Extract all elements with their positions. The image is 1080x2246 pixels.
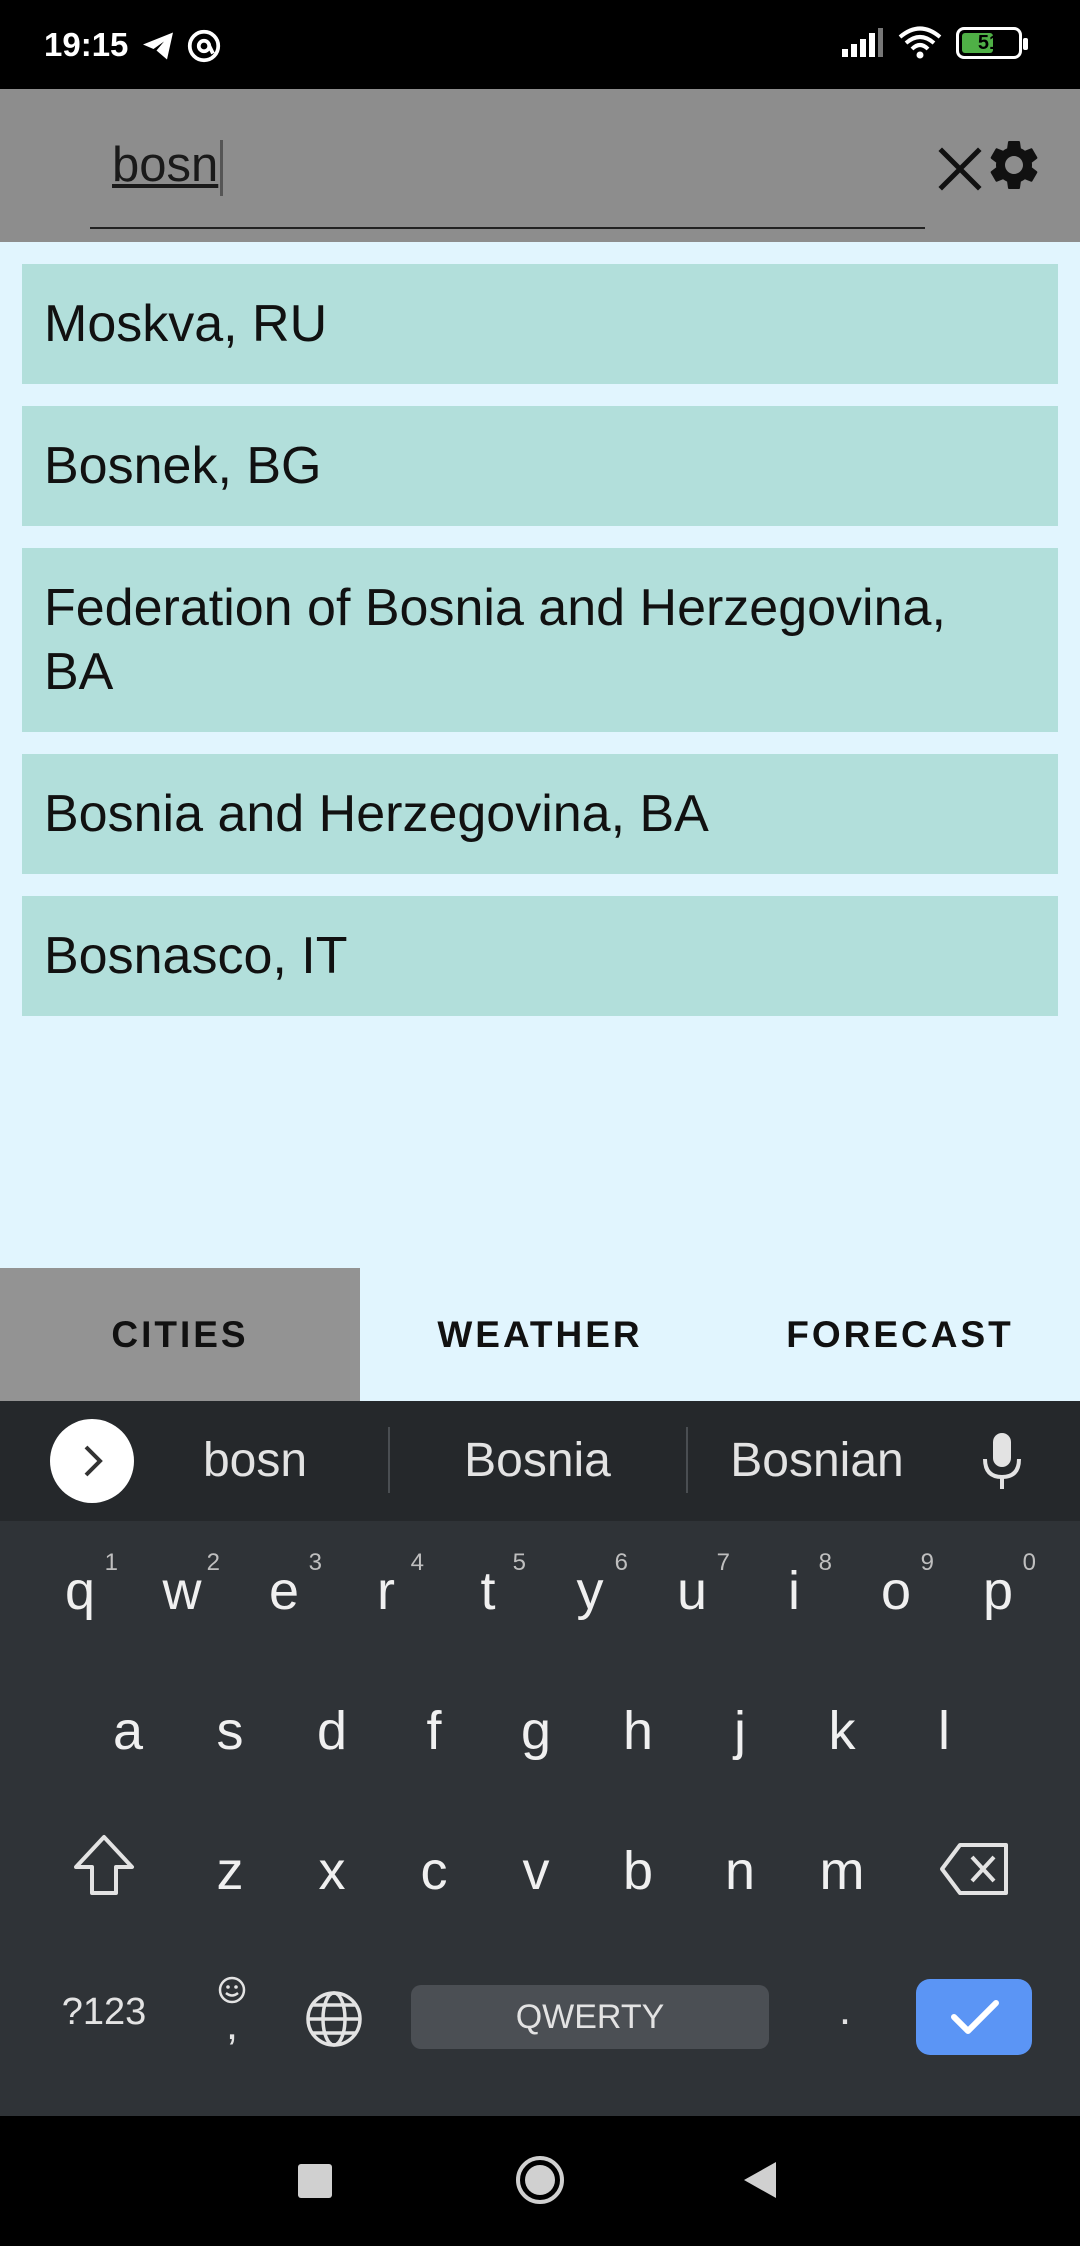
backspace-icon[interactable] (938, 1841, 1010, 1897)
tab-bar: CITIES WEATHER FORECAST (0, 1268, 1080, 1401)
city-item-federation-bosnia[interactable]: Federation of Bosnia and Herzegovina, BA (22, 548, 1058, 732)
suggestion-3[interactable]: Bosnian (712, 1433, 922, 1488)
status-bar: 19:15 51 (0, 0, 1080, 89)
status-system-icons: 51 (840, 26, 1028, 60)
city-item-bosnasco[interactable]: Bosnasco, IT (22, 896, 1058, 1016)
key-o[interactable]: o9 (856, 1541, 936, 1641)
key-y[interactable]: y6 (550, 1541, 630, 1641)
key-b[interactable]: b (598, 1821, 678, 1921)
comma-label: , (225, 2000, 239, 2049)
key-q[interactable]: q1 (40, 1541, 120, 1641)
key-p[interactable]: p0 (958, 1541, 1038, 1641)
key-u[interactable]: u7 (652, 1541, 732, 1641)
shift-icon[interactable] (70, 1833, 138, 1897)
tab-cities[interactable]: CITIES (0, 1268, 360, 1401)
battery-level: 51 (977, 32, 1001, 54)
chevron-right-icon (84, 1445, 103, 1477)
battery-icon: 51 (956, 27, 1028, 59)
key-j[interactable]: j (700, 1681, 780, 1781)
key-h[interactable]: h (598, 1681, 678, 1781)
wifi-icon (898, 26, 942, 59)
home-icon[interactable] (514, 2154, 566, 2206)
check-icon (951, 2000, 999, 2034)
key-c[interactable]: c (394, 1821, 474, 1921)
key-v[interactable]: v (496, 1821, 576, 1921)
comma-emoji-key[interactable]: , (208, 1975, 256, 2065)
search-input-text[interactable]: bosn (112, 137, 224, 197)
key-s[interactable]: s (190, 1681, 270, 1781)
search-value: bosn (112, 138, 219, 192)
city-item-bosnia-herzegovina[interactable]: Bosnia and Herzegovina, BA (22, 754, 1058, 874)
key-f[interactable]: f (394, 1681, 474, 1781)
microphone-icon[interactable] (980, 1431, 1024, 1491)
period-key[interactable]: . (820, 1985, 870, 2035)
symbols-key[interactable]: ?123 (48, 1991, 160, 2034)
status-time: 19:15 (44, 26, 129, 63)
key-l[interactable]: l (904, 1681, 984, 1781)
expand-suggestions-button[interactable] (50, 1419, 134, 1503)
key-d[interactable]: d (292, 1681, 372, 1781)
tab-weather[interactable]: WEATHER (360, 1268, 720, 1401)
globe-icon[interactable] (304, 1989, 364, 2049)
key-w[interactable]: w2 (142, 1541, 222, 1641)
city-item-bosnek[interactable]: Bosnek, BG (22, 406, 1058, 526)
recents-icon[interactable] (298, 2164, 332, 2198)
key-i[interactable]: i8 (754, 1541, 834, 1641)
suggestion-2[interactable]: Bosnia (420, 1433, 655, 1488)
space-key[interactable]: QWERTY (411, 1985, 769, 2049)
city-item-moskva[interactable]: Moskva, RU (22, 264, 1058, 384)
text-caret (220, 140, 224, 197)
gear-icon[interactable] (984, 135, 1044, 195)
key-k[interactable]: k (802, 1681, 882, 1781)
at-sign-icon (187, 29, 221, 63)
tab-forecast[interactable]: FORECAST (720, 1268, 1080, 1401)
suggestion-divider (686, 1427, 688, 1493)
soft-keyboard: bosn Bosnia Bosnian q1 w2 e3 r4 t5 y6 u7… (0, 1401, 1080, 2116)
key-a[interactable]: a (88, 1681, 168, 1781)
close-icon[interactable] (930, 139, 990, 199)
content-area: Moskva, RU Bosnek, BG Federation of Bosn… (0, 242, 1080, 1268)
key-e[interactable]: e3 (244, 1541, 324, 1641)
key-r[interactable]: r4 (346, 1541, 426, 1641)
enter-key[interactable] (916, 1979, 1032, 2055)
system-nav-bar (0, 2116, 1080, 2246)
suggestion-1[interactable]: bosn (160, 1433, 350, 1488)
city-list: Moskva, RU Bosnek, BG Federation of Bosn… (22, 264, 1058, 1038)
key-g[interactable]: g (496, 1681, 576, 1781)
signal-icon (842, 28, 883, 57)
search-input[interactable]: bosn (90, 89, 982, 229)
key-z[interactable]: z (190, 1821, 270, 1921)
key-x[interactable]: x (292, 1821, 372, 1921)
app-header: bosn (0, 89, 1080, 242)
telegram-icon (143, 32, 173, 60)
back-icon[interactable] (742, 2160, 778, 2200)
key-t[interactable]: t5 (448, 1541, 528, 1641)
suggestion-divider (388, 1427, 390, 1493)
status-notification-icons (140, 28, 222, 64)
key-m[interactable]: m (802, 1821, 882, 1921)
key-n[interactable]: n (700, 1821, 780, 1921)
suggestion-strip: bosn Bosnia Bosnian (0, 1401, 1080, 1521)
